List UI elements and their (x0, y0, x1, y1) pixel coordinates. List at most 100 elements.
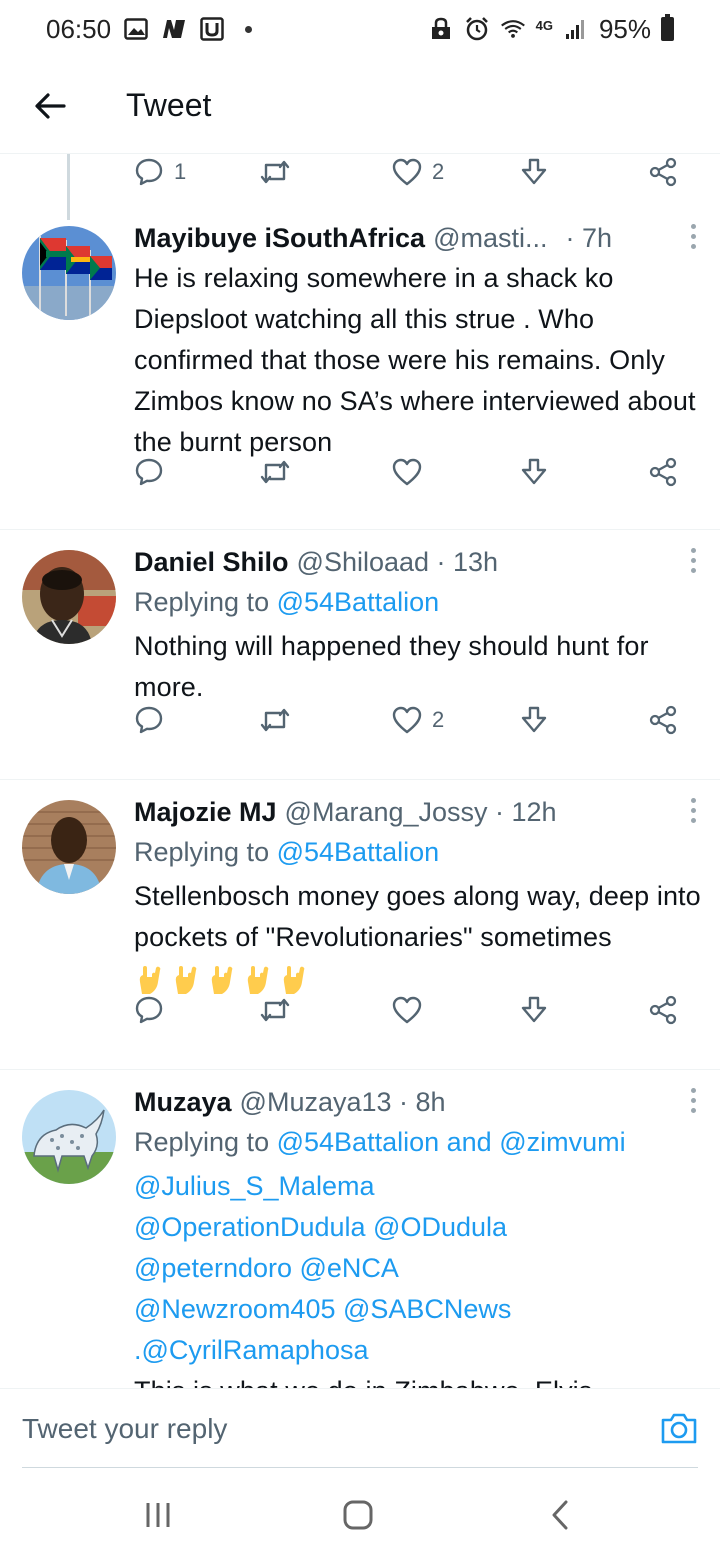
page-title: Tweet (126, 87, 212, 123)
replying-to-label: Replying to (134, 837, 270, 867)
status-right: 4G 95% (428, 14, 674, 45)
dot-icon (690, 1098, 696, 1103)
display-name[interactable]: Daniel Shilo (134, 544, 289, 580)
avatar[interactable] (22, 550, 116, 644)
share-button[interactable] (648, 157, 678, 187)
retweet-button[interactable] (258, 705, 292, 735)
dot-icon (690, 244, 696, 249)
system-nav-bar (0, 1470, 720, 1560)
reply-bar: Tweet your reply (0, 1388, 720, 1470)
reply-button[interactable] (134, 705, 164, 735)
tweet-list[interactable]: 1 2 Mayibuye iSouthAfrica @masti... · 7h… (0, 154, 720, 1388)
download-arrow-icon (521, 158, 547, 185)
heart-icon (392, 158, 422, 186)
arrow-left-icon (35, 92, 66, 119)
display-name[interactable]: Muzaya (134, 1084, 232, 1120)
tweet-item[interactable]: Muzaya @Muzaya13 · 8h Replying to @54Bat… (0, 1070, 720, 1388)
tweet-body: Muzaya @Muzaya13 · 8h Replying to @54Bat… (134, 1084, 702, 1388)
battery-icon (661, 14, 674, 41)
replying-to: Replying to @54Battalion (134, 582, 702, 622)
action-bar: 2 (0, 702, 720, 738)
retweet-button[interactable] (258, 157, 292, 187)
back-button[interactable] (2, 58, 98, 154)
tweet-item[interactable]: Mayibuye iSouthAfrica @masti... · 7h He … (0, 218, 720, 530)
reply-button[interactable] (134, 457, 164, 487)
replying-and-label: and (446, 1127, 492, 1157)
action-bar-parent: 1 2 (0, 154, 720, 190)
network-type: 4G (535, 17, 553, 33)
like-button[interactable] (392, 996, 422, 1024)
avatar[interactable] (22, 226, 116, 320)
like-button[interactable]: 2 (392, 158, 444, 186)
share-button[interactable] (648, 705, 678, 735)
share-icon (649, 457, 677, 487)
share-button[interactable] (648, 457, 678, 487)
download-button[interactable] (520, 157, 548, 187)
like-count: 2 (432, 707, 445, 732)
more-options-button[interactable] (684, 1088, 702, 1113)
reply-input[interactable]: Tweet your reply (22, 1413, 227, 1445)
avatar[interactable] (22, 1090, 116, 1184)
replying-to: Replying to @54Battalion and @zimvumi (134, 1122, 702, 1162)
news-notification-icon (161, 16, 187, 42)
like-button[interactable]: 2 (392, 706, 444, 734)
dot-icon (690, 568, 696, 573)
more-options-button[interactable] (684, 224, 702, 249)
wifi-icon (500, 16, 526, 42)
system-back-button[interactable] (520, 1485, 600, 1545)
tweet-body: Daniel Shilo @Shiloaad · 13h Replying to… (134, 544, 702, 708)
user-handle[interactable]: @Shiloaad · 13h (297, 544, 499, 580)
home-button[interactable] (318, 1485, 398, 1545)
reply-count: 1 (174, 159, 187, 184)
heart-icon (392, 458, 422, 486)
mention-link[interactable]: @54Battalion (277, 1127, 440, 1157)
status-bar: 06:50 4G 95% (0, 0, 720, 58)
share-icon (649, 157, 677, 187)
replying-to: Replying to @54Battalion (134, 832, 702, 872)
download-button[interactable] (520, 705, 548, 735)
user-handle[interactable]: @masti... (433, 220, 547, 256)
camera-button[interactable] (660, 1411, 698, 1450)
mentions-list[interactable]: @Julius_S_Malema @OperationDudula @ODudu… (134, 1166, 604, 1371)
download-button[interactable] (520, 995, 548, 1025)
more-options-button[interactable] (684, 798, 702, 823)
avatar[interactable] (22, 800, 116, 894)
tweet-item[interactable]: Daniel Shilo @Shiloaad · 13h Replying to… (0, 530, 720, 780)
dot-icon (690, 818, 696, 823)
heart-icon (392, 996, 422, 1024)
action-bar (0, 454, 720, 490)
tweet-item[interactable]: Majozie MJ @Marang_Jossy · 12h Replying … (0, 780, 720, 1070)
download-arrow-icon (521, 706, 547, 733)
mention-link[interactable]: @54Battalion (277, 587, 440, 617)
user-handle[interactable]: @Muzaya13 · 8h (240, 1084, 446, 1120)
mention-link[interactable]: @zimvumi (499, 1127, 625, 1157)
display-name[interactable]: Mayibuye iSouthAfrica (134, 220, 425, 256)
tweet-body: Mayibuye iSouthAfrica @masti... · 7h He … (134, 220, 702, 463)
mention-link[interactable]: @54Battalion (277, 837, 440, 867)
user-handle[interactable]: @Marang_Jossy · 12h (285, 794, 557, 830)
recent-apps-icon (146, 1503, 170, 1527)
signal-icon (563, 16, 589, 42)
dot-icon (690, 1088, 696, 1093)
tweet-text: This is what we do in Zimbabwe. Elvis (134, 1371, 702, 1388)
like-count: 2 (432, 159, 445, 184)
retweet-button[interactable] (258, 995, 292, 1025)
reply-button[interactable] (134, 995, 164, 1025)
tweet-text: Stellenbosch money goes along way, deep … (134, 881, 701, 952)
share-icon (649, 705, 677, 735)
reply-divider (22, 1467, 698, 1468)
download-arrow-icon (521, 996, 547, 1023)
display-name[interactable]: Majozie MJ (134, 794, 277, 830)
comment-icon (135, 458, 163, 486)
reply-button[interactable]: 1 (134, 157, 186, 187)
recent-apps-button[interactable] (118, 1485, 198, 1545)
like-button[interactable] (392, 458, 422, 486)
download-button[interactable] (520, 457, 548, 487)
alarm-icon (464, 16, 490, 42)
replying-to-label: Replying to (134, 587, 270, 617)
share-button[interactable] (648, 995, 678, 1025)
retweet-button[interactable] (258, 457, 292, 487)
more-options-button[interactable] (684, 548, 702, 573)
share-icon (649, 995, 677, 1025)
comment-icon (135, 158, 163, 186)
